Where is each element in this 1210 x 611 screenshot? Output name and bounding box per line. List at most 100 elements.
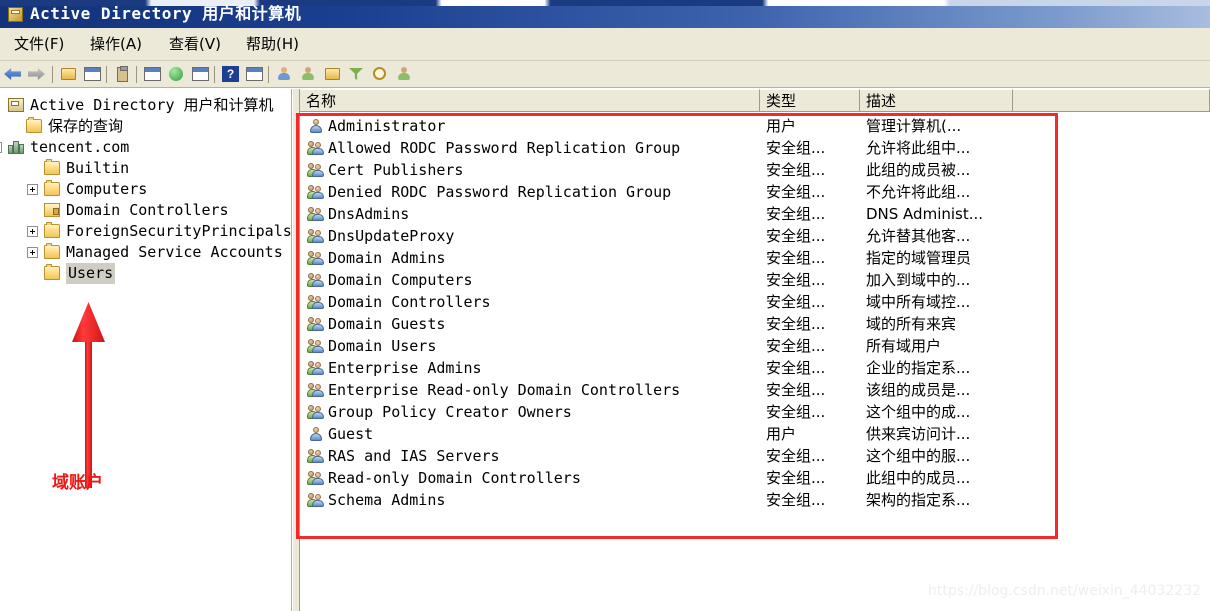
table-row[interactable]: Domain Users 安全组... 所有域用户 bbox=[300, 335, 1210, 357]
table-row[interactable]: Domain Controllers 安全组... 域中所有域控... bbox=[300, 291, 1210, 313]
export-icon[interactable] bbox=[190, 64, 212, 85]
row-description: 指定的域管理员 bbox=[866, 249, 972, 267]
group-icon bbox=[307, 207, 325, 222]
row-name: Cert Publishers bbox=[328, 161, 464, 179]
tree-expander[interactable] bbox=[27, 247, 38, 258]
tree-node-label: Active Directory 用户和计算机 bbox=[30, 96, 274, 114]
tree-node-label: Users bbox=[66, 263, 116, 284]
group-icon bbox=[307, 449, 325, 464]
menu-bar: 文件(F) 操作(A) 查看(V) 帮助(H) bbox=[0, 28, 1210, 61]
up-one-level-icon[interactable] bbox=[58, 64, 80, 85]
table-row[interactable]: Domain Admins 安全组... 指定的域管理员 bbox=[300, 247, 1210, 269]
new-user-icon[interactable] bbox=[274, 64, 296, 85]
row-description: 域的所有来宾 bbox=[866, 315, 957, 333]
row-description: 域中所有域控... bbox=[866, 293, 971, 311]
row-description: 此组的成员被... bbox=[866, 161, 971, 179]
table-row[interactable]: Read-only Domain Controllers 安全组... 此组中的成员… bbox=[300, 467, 1210, 489]
row-description: 不允许将此组... bbox=[866, 183, 971, 201]
table-row[interactable]: Enterprise Admins 安全组... 企业的指定系... bbox=[300, 357, 1210, 379]
group-icon bbox=[307, 361, 325, 376]
tree-expander[interactable] bbox=[27, 226, 38, 237]
refresh-icon[interactable] bbox=[166, 64, 188, 85]
user-icon bbox=[308, 427, 325, 442]
group-icon bbox=[307, 493, 325, 508]
row-description: 这个组中的成... bbox=[866, 403, 971, 421]
row-type: 安全组... bbox=[766, 337, 826, 355]
tree-expander[interactable] bbox=[27, 184, 38, 195]
table-row[interactable]: DnsUpdateProxy 安全组... 允许替其他客... bbox=[300, 225, 1210, 247]
table-row[interactable]: Domain Computers 安全组... 加入到域中的... bbox=[300, 269, 1210, 291]
group-icon bbox=[307, 339, 325, 354]
table-row[interactable]: Schema Admins 安全组... 架构的指定系... bbox=[300, 489, 1210, 511]
column-header-4[interactable] bbox=[1013, 89, 1210, 111]
folder-icon bbox=[26, 117, 42, 133]
menu-item-2[interactable]: 操作(A) bbox=[84, 34, 148, 55]
group-icon bbox=[307, 229, 325, 244]
table-row[interactable]: RAS and IAS Servers 安全组... 这个组中的服... bbox=[300, 445, 1210, 467]
table-row[interactable]: Cert Publishers 安全组... 此组的成员被... bbox=[300, 159, 1210, 181]
new-group-icon[interactable] bbox=[298, 64, 320, 85]
row-name: Enterprise Admins bbox=[328, 359, 482, 377]
group-icon bbox=[307, 471, 325, 486]
row-description: 此组中的成员... bbox=[866, 469, 971, 487]
row-name: Domain Admins bbox=[328, 249, 446, 267]
menu-item-3[interactable]: 查看(V) bbox=[163, 34, 227, 55]
annotation-label: 域账户 bbox=[52, 473, 103, 493]
tree-expander[interactable] bbox=[0, 142, 2, 153]
row-type: 用户 bbox=[766, 117, 797, 135]
row-name: DnsAdmins bbox=[328, 205, 410, 223]
console-tree-panel: Active Directory 用户和计算机 保存的查询 tencent.com B… bbox=[0, 89, 292, 611]
row-type: 安全组... bbox=[766, 315, 826, 333]
table-row[interactable]: Enterprise Read-only Domain Controllers 安… bbox=[300, 379, 1210, 401]
row-name: RAS and IAS Servers bbox=[328, 447, 500, 465]
find-icon[interactable] bbox=[370, 64, 392, 85]
column-header-3[interactable]: 描述 bbox=[860, 89, 1013, 111]
tree-node-label: Builtin bbox=[66, 159, 130, 177]
user-icon bbox=[308, 119, 325, 134]
table-row[interactable]: Group Policy Creator Owners 安全组... 这个组中的成.… bbox=[300, 401, 1210, 423]
console-icon bbox=[8, 98, 24, 112]
row-description: DNS Administ... bbox=[866, 205, 984, 223]
row-name: Domain Users bbox=[328, 337, 437, 355]
row-type: 安全组... bbox=[766, 403, 826, 421]
row-description: 所有域用户 bbox=[866, 337, 942, 355]
row-description: 架构的指定系... bbox=[866, 491, 971, 509]
new-ou-icon[interactable] bbox=[322, 64, 344, 85]
show-hide-tree-icon[interactable] bbox=[82, 64, 104, 85]
column-header-2[interactable]: 类型 bbox=[760, 89, 860, 111]
tree-node-label: Computers bbox=[66, 180, 148, 198]
menu-item-1[interactable]: 文件(F) bbox=[8, 34, 70, 55]
row-name: Domain Computers bbox=[328, 271, 473, 289]
row-type: 安全组... bbox=[766, 249, 826, 267]
forward-icon[interactable] bbox=[28, 64, 50, 85]
column-header-1[interactable]: 名称 bbox=[300, 89, 760, 111]
folder-icon bbox=[44, 264, 60, 280]
tree-node-label: Managed Service Accounts bbox=[66, 243, 283, 261]
help-icon[interactable]: ? bbox=[220, 64, 242, 85]
export-list-icon[interactable] bbox=[142, 64, 164, 85]
filter-icon[interactable] bbox=[346, 64, 368, 85]
new-window-icon[interactable] bbox=[244, 64, 266, 85]
row-name: DnsUpdateProxy bbox=[328, 227, 455, 245]
saved-query-icon[interactable] bbox=[394, 64, 416, 85]
row-type: 安全组... bbox=[766, 205, 826, 223]
list-column-header: 名称 类型 描述 bbox=[300, 89, 1210, 112]
table-row[interactable]: Administrator 用户 管理计算机(... bbox=[300, 115, 1210, 137]
properties-icon[interactable] bbox=[112, 64, 134, 85]
tree-node-label: 保存的查询 bbox=[48, 117, 124, 135]
row-type: 安全组... bbox=[766, 469, 826, 487]
group-icon bbox=[307, 405, 325, 420]
table-row[interactable]: Allowed RODC Password Replication Group 安… bbox=[300, 137, 1210, 159]
row-type: 安全组... bbox=[766, 359, 826, 377]
back-icon[interactable] bbox=[4, 64, 26, 85]
table-row[interactable]: Guest 用户 供来宾访问计... bbox=[300, 423, 1210, 445]
table-row[interactable]: Domain Guests 安全组... 域的所有来宾 bbox=[300, 313, 1210, 335]
row-description: 加入到域中的... bbox=[866, 271, 971, 289]
group-icon bbox=[307, 163, 325, 178]
folder-icon bbox=[44, 243, 60, 259]
menu-item-4[interactable]: 帮助(H) bbox=[240, 34, 305, 55]
table-row[interactable]: DnsAdmins 安全组... DNS Administ... bbox=[300, 203, 1210, 225]
panel-splitter[interactable] bbox=[292, 89, 300, 611]
row-type: 安全组... bbox=[766, 271, 826, 289]
table-row[interactable]: Denied RODC Password Replication Group 安全… bbox=[300, 181, 1210, 203]
